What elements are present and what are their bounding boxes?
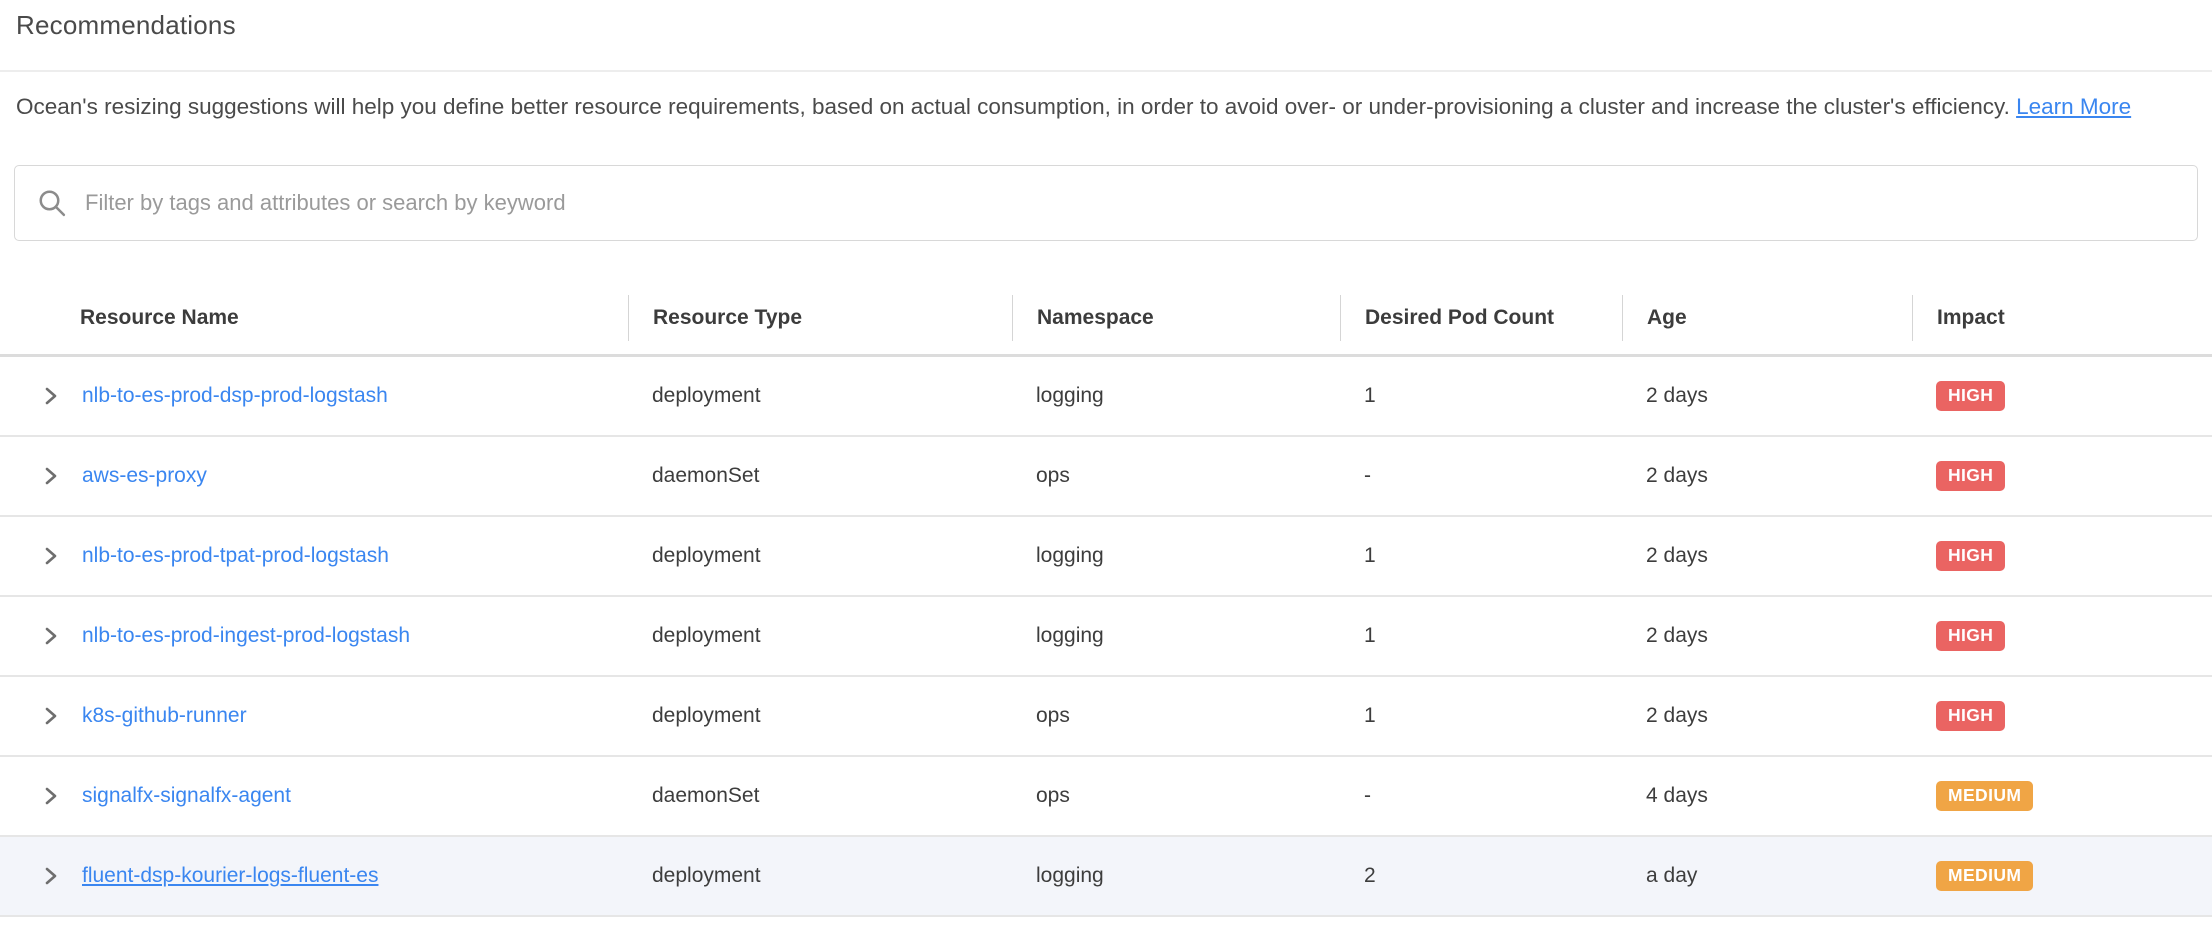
search-icon [37,188,67,218]
impact-badge: HIGH [1936,461,2005,491]
table-row[interactable]: nlb-to-es-prod-tpat-prod-logstash deploy… [0,517,2212,597]
table-header-row: Resource Name Resource Type Namespace De… [0,281,2212,357]
learn-more-link[interactable]: Learn More [2016,94,2131,119]
namespace-cell: ops [1012,464,1340,488]
resource-name-link[interactable]: signalfx-signalfx-agent [82,784,291,808]
resource-name-link[interactable]: fluent-dsp-kourier-logs-fluent-es [82,864,378,888]
search-box[interactable] [14,165,2198,241]
age-cell: 4 days [1622,784,1912,808]
resource-name-link[interactable]: nlb-to-es-prod-tpat-prod-logstash [82,544,389,568]
column-header-impact: Impact [1912,295,2212,341]
resource-type-cell: daemonSet [628,464,1012,488]
namespace-cell: ops [1012,704,1340,728]
resource-name-link[interactable]: nlb-to-es-prod-ingest-prod-logstash [82,624,410,648]
pod-count-cell: - [1340,464,1622,488]
chevron-right-icon[interactable] [40,385,62,407]
age-cell: 2 days [1622,704,1912,728]
pod-count-cell: 2 [1340,864,1622,888]
chevron-right-icon[interactable] [40,545,62,567]
namespace-cell: logging [1012,544,1340,568]
age-cell: 2 days [1622,464,1912,488]
resource-type-cell: deployment [628,624,1012,648]
table-row[interactable]: nlb-to-es-prod-ingest-prod-logstash depl… [0,597,2212,677]
recommendations-table: Resource Name Resource Type Namespace De… [0,281,2212,917]
pod-count-cell: - [1340,784,1622,808]
namespace-cell: ops [1012,784,1340,808]
search-input[interactable] [85,190,2175,216]
resource-name-link[interactable]: aws-es-proxy [82,464,207,488]
page-title: Recommendations [16,10,2196,41]
pod-count-cell: 1 [1340,704,1622,728]
pod-count-cell: 1 [1340,624,1622,648]
chevron-right-icon[interactable] [40,785,62,807]
chevron-right-icon[interactable] [40,865,62,887]
table-row[interactable]: nlb-to-es-prod-dsp-prod-logstash deploym… [0,357,2212,437]
pod-count-cell: 1 [1340,384,1622,408]
column-header-desired-pod-count: Desired Pod Count [1340,295,1622,341]
resource-type-cell: deployment [628,704,1012,728]
column-header-age: Age [1622,295,1912,341]
chevron-right-icon[interactable] [40,465,62,487]
table-row[interactable]: signalfx-signalfx-agent daemonSet ops - … [0,757,2212,837]
namespace-cell: logging [1012,384,1340,408]
age-cell: 2 days [1622,544,1912,568]
impact-badge: HIGH [1936,541,2005,571]
age-cell: 2 days [1622,384,1912,408]
page-header: Recommendations [0,0,2212,72]
table-row[interactable]: k8s-github-runner deployment ops 1 2 day… [0,677,2212,757]
column-header-resource-name: Resource Name [0,295,628,341]
resource-type-cell: daemonSet [628,784,1012,808]
column-header-resource-type: Resource Type [628,295,1012,341]
impact-badge: HIGH [1936,621,2005,651]
impact-badge: HIGH [1936,381,2005,411]
age-cell: a day [1622,864,1912,888]
namespace-cell: logging [1012,624,1340,648]
resource-type-cell: deployment [628,544,1012,568]
resource-type-cell: deployment [628,864,1012,888]
description-text: Ocean's resizing suggestions will help y… [16,94,2016,119]
column-header-namespace: Namespace [1012,295,1340,341]
recommendations-page: Recommendations Ocean's resizing suggest… [0,0,2212,940]
pod-count-cell: 1 [1340,544,1622,568]
chevron-right-icon[interactable] [40,625,62,647]
impact-badge: MEDIUM [1936,781,2033,811]
resource-name-link[interactable]: nlb-to-es-prod-dsp-prod-logstash [82,384,388,408]
table-row[interactable]: aws-es-proxy daemonSet ops - 2 days HIGH [0,437,2212,517]
table-row[interactable]: fluent-dsp-kourier-logs-fluent-es deploy… [0,837,2212,917]
chevron-right-icon[interactable] [40,705,62,727]
namespace-cell: logging [1012,864,1340,888]
impact-badge: HIGH [1936,701,2005,731]
description: Ocean's resizing suggestions will help y… [16,88,2196,125]
age-cell: 2 days [1622,624,1912,648]
impact-badge: MEDIUM [1936,861,2033,891]
resource-type-cell: deployment [628,384,1012,408]
resource-name-link[interactable]: k8s-github-runner [82,704,247,728]
